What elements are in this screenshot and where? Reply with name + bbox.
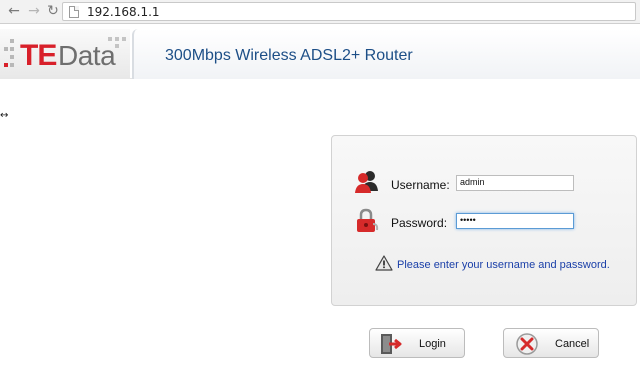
logo-data-text: Data: [58, 40, 116, 71]
warning-icon: [375, 255, 393, 271]
password-label: Password:: [391, 216, 448, 230]
url-text: 192.168.1.1: [87, 5, 160, 19]
login-hint-message: Please enter your username and password.: [397, 259, 610, 271]
cancel-button[interactable]: Cancel: [503, 328, 599, 358]
login-door-icon: [378, 332, 402, 356]
user-icon: [353, 169, 381, 195]
back-arrow-icon[interactable]: ←: [6, 3, 22, 19]
forward-arrow-icon[interactable]: →: [26, 3, 42, 19]
page-icon: [69, 6, 79, 18]
page-title: 300Mbps Wireless ADSL2+ Router: [165, 47, 413, 64]
cancel-x-icon: [515, 332, 539, 356]
logo-te-text: TE: [20, 39, 57, 72]
router-header: TE Data 300Mbps Wireless ADSL2+ Router: [0, 25, 640, 79]
reload-icon[interactable]: ↻: [45, 3, 61, 19]
password-input[interactable]: •••••: [456, 213, 574, 229]
te-data-logo: TE Data: [0, 29, 130, 79]
logo-dots-right-decoration: [108, 37, 130, 53]
mouse-cursor-icon: ↔: [0, 110, 9, 121]
username-label: Username:: [391, 178, 450, 192]
username-input[interactable]: admin: [456, 175, 574, 191]
lock-icon: [353, 208, 381, 234]
title-band: 300Mbps Wireless ADSL2+ Router: [132, 29, 640, 79]
cancel-button-label: Cancel: [555, 338, 590, 350]
address-bar[interactable]: 192.168.1.1: [62, 2, 636, 21]
login-panel: Username: admin Password: ••••• Please e…: [331, 135, 637, 306]
browser-toolbar: ← → ↻ 192.168.1.1: [0, 0, 640, 24]
login-button-label: Login: [419, 338, 446, 350]
login-button[interactable]: Login: [369, 328, 465, 358]
